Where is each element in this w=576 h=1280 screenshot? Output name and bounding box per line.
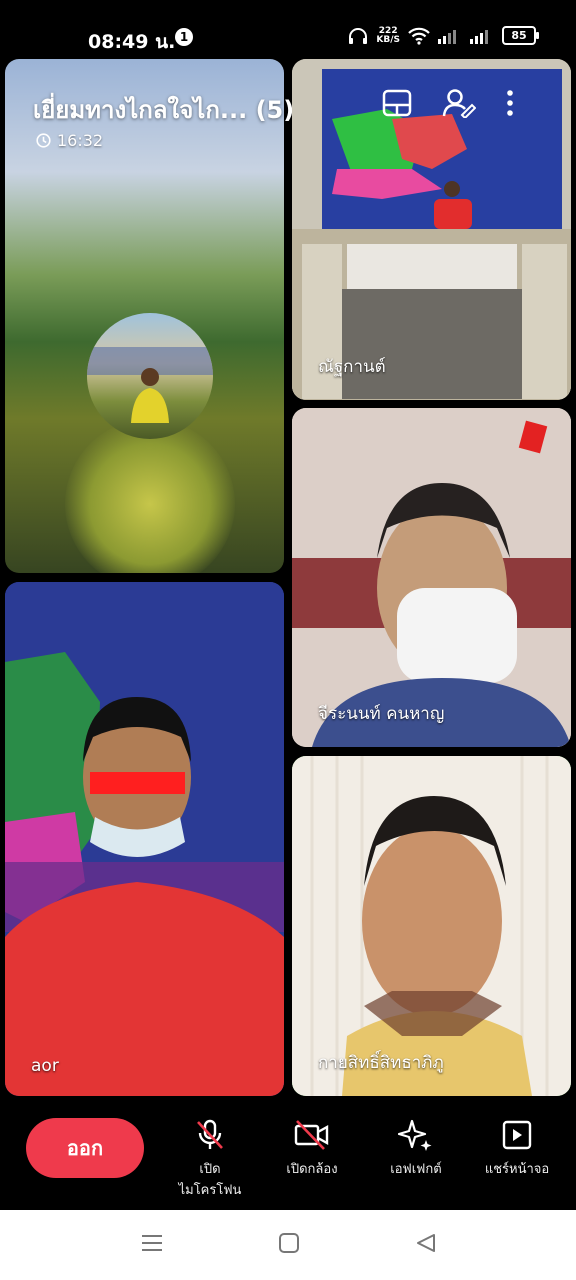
camera-label: เปิดกล้อง (286, 1162, 338, 1177)
signal-icon-2 (470, 29, 488, 44)
participant-tile-3[interactable]: จีระนนท์ คนหาญ (292, 408, 571, 747)
layout-icon[interactable] (382, 89, 412, 117)
mic-off-icon (197, 1119, 223, 1149)
share-screen-label: แชร์หน้าจอ (484, 1162, 550, 1177)
headphones-icon (349, 27, 368, 44)
menu-nav-icon[interactable] (141, 1232, 163, 1258)
system-nav-bar (0, 1210, 576, 1280)
participant-tile-4[interactable]: aor (5, 582, 284, 1096)
battery-indicator: 85 (502, 26, 539, 45)
mic-button[interactable]: เปิด ไมโครโฟน (165, 1118, 255, 1200)
wifi-icon (408, 27, 430, 45)
video-feed (5, 582, 284, 1096)
participant-name: จีระนนท์ คนหาญ (318, 704, 445, 724)
top-actions (382, 88, 514, 118)
back-nav-icon[interactable] (415, 1232, 437, 1258)
participant-name: aor (31, 1056, 59, 1076)
camera-off-icon (294, 1120, 329, 1150)
effects-button[interactable]: เอฟเฟกต์ (371, 1118, 461, 1179)
signal-icon (438, 29, 456, 44)
camera-button[interactable]: เปิดกล้อง (267, 1118, 357, 1179)
blurred-video (65, 419, 235, 573)
meeting-title: เยี่ยมทางไกลใจไก... (5) (33, 96, 295, 124)
clock-icon (36, 133, 51, 148)
participant-tile-5-active-speaker[interactable]: กายสิทธิ์สิทธาภิภู (292, 756, 571, 1096)
participants-icon[interactable] (442, 88, 476, 118)
participant-name: ณัฐกานต์ (318, 357, 386, 377)
home-nav-icon[interactable] (278, 1232, 300, 1258)
participant-name: กายสิทธิ์สิทธาภิภู (318, 1053, 444, 1073)
share-screen-icon (502, 1120, 532, 1150)
avatar (87, 313, 213, 439)
sparkle-icon (398, 1119, 432, 1151)
call-controls: ออก เปิด ไมโครโฟน เปิดกล้อง เอฟเฟกต์ แชร… (0, 1098, 576, 1210)
network-speed: 222 KB/S (376, 25, 400, 45)
notification-badge: 1 (175, 28, 193, 46)
video-feed (292, 756, 571, 1096)
effects-label: เอฟเฟกต์ (390, 1162, 442, 1177)
call-duration: 16:32 (36, 131, 103, 150)
more-options-icon[interactable] (506, 89, 514, 117)
mic-label: เปิด ไมโครโฟน (178, 1162, 242, 1198)
video-feed (292, 408, 571, 747)
clock: 08:49 น. (88, 31, 176, 53)
status-bar: 08:49 น. 1 222 KB/S 85 (0, 0, 576, 58)
status-icons: 222 KB/S 85 (348, 25, 539, 45)
share-screen-button[interactable]: แชร์หน้าจอ (472, 1118, 562, 1179)
leave-button[interactable]: ออก (26, 1118, 144, 1178)
